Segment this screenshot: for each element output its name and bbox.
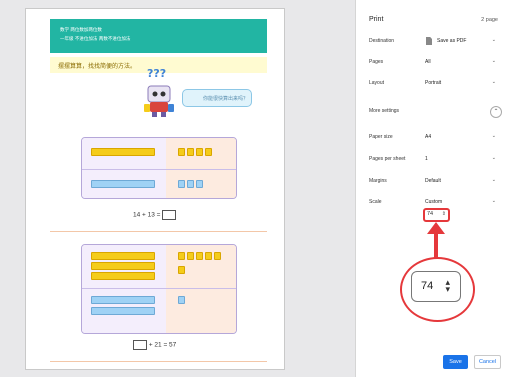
chevron-up-icon[interactable]: ⌃ (490, 106, 502, 118)
chevron-down-icon[interactable]: ⌄ (492, 58, 496, 64)
pages-select[interactable]: All (425, 59, 431, 65)
unit-cube-yellow (178, 148, 185, 156)
question-marks: ??? (147, 67, 167, 80)
stepper-icon[interactable]: ▴ ▾ (445, 278, 450, 294)
chevron-down-icon[interactable]: ⌄ (492, 198, 496, 204)
destination-label: Destination (369, 38, 395, 44)
save-button[interactable]: Save (443, 355, 468, 369)
unit-cube-yellow (196, 148, 203, 156)
unit-cube-yellow (178, 252, 185, 260)
unit-cube-yellow (205, 148, 212, 156)
stepper-icon[interactable]: ⇕ (442, 211, 446, 217)
prompt-text: 摆摆算算，找找简便的方法。 (58, 63, 137, 70)
ten-bar-yellow (91, 252, 155, 260)
cancel-button[interactable]: Cancel (474, 355, 501, 369)
unit-cube-blue (178, 180, 185, 188)
chevron-down-icon[interactable]: ⌄ (492, 155, 496, 161)
robot-illustration (144, 85, 174, 117)
pages-per-sheet-select[interactable]: 1 (425, 156, 428, 162)
unit-cube-yellow (187, 252, 194, 260)
ten-bar-blue (91, 307, 155, 315)
ten-bar-yellow (91, 148, 155, 156)
unit-cube-blue (196, 180, 203, 188)
unit-cube-yellow (205, 252, 212, 260)
print-preview-page: 数学 两位数加两位数 一年级 不进位加法 两数不进位加法 摆摆算算，找找简便的方… (25, 8, 285, 370)
equation-2-text: + 21 = 57 (148, 341, 177, 349)
chevron-down-icon[interactable]: ⌄ (492, 177, 496, 183)
preview-gutter (285, 0, 355, 377)
margins-select[interactable]: Default (425, 178, 441, 184)
speech-bubble: 你能很快算出来吗？ (182, 89, 252, 107)
banner-line-1: 数学 两位数加两位数 (60, 28, 102, 33)
bubble-text: 你能很快算出来吗？ (203, 96, 249, 102)
answer-box (162, 210, 177, 220)
unit-cube-yellow (196, 252, 203, 260)
cube-diagram-1 (81, 137, 237, 199)
unit-cube-yellow (214, 252, 221, 260)
scale-input[interactable]: 74 ⇕ (423, 208, 450, 222)
pdf-icon (426, 37, 432, 45)
scale-input-zoomed[interactable]: 74 ▴ ▾ (411, 271, 461, 302)
cube-diagram-2 (81, 244, 237, 334)
equation-1: 14 + 13 = (133, 210, 177, 220)
equation-2: + 21 = 57 (133, 340, 176, 350)
more-settings-toggle[interactable]: More settings (369, 108, 399, 114)
section-divider (50, 361, 267, 362)
ten-bar-yellow (91, 262, 155, 270)
zoom-scale-value: 74 (421, 280, 434, 292)
page-count: 2 page (481, 17, 498, 23)
answer-box (133, 340, 147, 350)
scale-label: Scale (369, 199, 382, 205)
section-divider (50, 231, 267, 232)
scale-select[interactable]: Custom (425, 199, 442, 205)
print-title: Print (369, 16, 384, 23)
banner-line-2: 一年级 不进位加法 两数不进位加法 (60, 37, 131, 42)
chevron-down-icon[interactable]: ⌄ (492, 79, 496, 85)
chevron-down-icon[interactable]: ⌄ (492, 37, 496, 43)
pages-label: Pages (369, 59, 384, 65)
worksheet-banner: 数学 两位数加两位数 一年级 不进位加法 两数不进位加法 (50, 19, 267, 53)
chevron-down-icon[interactable]: ⌄ (492, 133, 496, 139)
paper-size-select[interactable]: A4 (425, 134, 431, 140)
destination-select[interactable]: Save as PDF (437, 38, 466, 44)
equation-1-text: 14 + 13 = (133, 211, 161, 219)
margins-label: Margins (369, 178, 387, 184)
unit-cube-blue (178, 296, 185, 304)
scale-input-value: 74 (427, 211, 434, 217)
print-dialog: 数学 两位数加两位数 一年级 不进位加法 两数不进位加法 摆摆算算，找找简便的方… (0, 0, 505, 377)
unit-cube-blue (187, 180, 194, 188)
ten-bar-yellow (91, 272, 155, 280)
layout-label: Layout (369, 80, 385, 86)
ten-bar-blue (91, 180, 155, 188)
unit-cube-yellow (178, 266, 185, 274)
paper-size-label: Paper size (369, 134, 393, 140)
layout-select[interactable]: Portrait (425, 80, 441, 86)
pages-per-sheet-label: Pages per sheet (369, 156, 406, 162)
unit-cube-yellow (187, 148, 194, 156)
ten-bar-blue (91, 296, 155, 304)
